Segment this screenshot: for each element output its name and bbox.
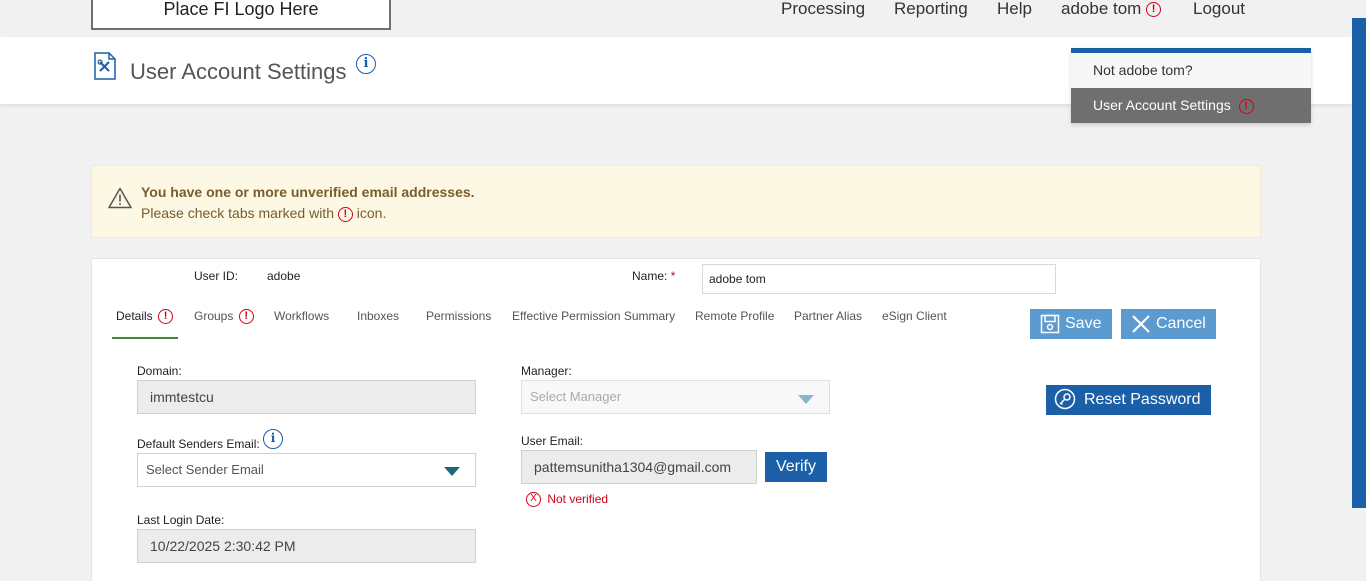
nav-processing[interactable]: Processing bbox=[781, 0, 865, 18]
warning-message: Please check tabs marked with ! icon. bbox=[141, 205, 386, 222]
reset-password-label: Reset Password bbox=[1084, 391, 1201, 408]
cancel-label: Cancel bbox=[1156, 315, 1206, 332]
tab-effective-permission-summary[interactable]: Effective Permission Summary bbox=[512, 309, 675, 339]
warning-icon: ! bbox=[1238, 98, 1254, 114]
nav-reporting[interactable]: Reporting bbox=[894, 0, 968, 18]
warning-icon: ! bbox=[337, 206, 353, 222]
nav-logout[interactable]: Logout bbox=[1193, 0, 1245, 18]
warning-message-after: icon. bbox=[356, 205, 387, 221]
nav-user-menu[interactable]: adobe tom ! bbox=[1061, 0, 1162, 18]
active-tab-indicator bbox=[112, 337, 178, 339]
tab-label: Details bbox=[116, 309, 153, 323]
user-email-label: User Email: bbox=[521, 434, 584, 448]
last-login-label: Last Login Date: bbox=[137, 513, 225, 527]
warning-icon: ! bbox=[1146, 2, 1162, 18]
menu-item-user-account-settings[interactable]: User Account Settings ! bbox=[1071, 88, 1311, 123]
user-id-value: adobe bbox=[267, 269, 301, 283]
warning-message-before: Please check tabs marked with bbox=[141, 205, 334, 221]
tab-permissions[interactable]: Permissions bbox=[426, 309, 491, 339]
save-button[interactable]: Save bbox=[1030, 309, 1112, 339]
cancel-button[interactable]: Cancel bbox=[1121, 309, 1216, 339]
sender-email-select[interactable]: Select Sender Email bbox=[137, 453, 476, 487]
warning-triangle-icon bbox=[108, 187, 132, 209]
tab-details[interactable]: Details ! bbox=[116, 309, 174, 339]
settings-tools-icon bbox=[94, 52, 116, 80]
user-details-panel: User ID: adobe Name: * Details ! Groups … bbox=[91, 258, 1261, 581]
warning-title: You have one or more unverified email ad… bbox=[141, 184, 475, 200]
user-dropdown-menu: Not adobe tom? User Account Settings ! bbox=[1071, 48, 1311, 123]
vertical-scrollbar[interactable] bbox=[1352, 0, 1366, 581]
tab-label: Groups bbox=[194, 309, 234, 323]
name-label: Name: * bbox=[632, 269, 675, 283]
chevron-down-icon bbox=[798, 395, 814, 404]
required-marker: * bbox=[670, 269, 676, 283]
chevron-down-icon bbox=[444, 467, 460, 476]
manager-label: Manager: bbox=[521, 364, 572, 378]
scrollbar-thumb[interactable] bbox=[1352, 18, 1366, 508]
tab-partner-alias[interactable]: Partner Alias bbox=[794, 309, 862, 339]
menu-item-not-user[interactable]: Not adobe tom? bbox=[1071, 53, 1311, 88]
warning-icon: ! bbox=[238, 309, 254, 325]
domain-field: immtestcu bbox=[137, 380, 476, 414]
menu-item-label: User Account Settings bbox=[1093, 97, 1231, 113]
nav-help[interactable]: Help bbox=[997, 0, 1032, 18]
page-title: User Account Settings bbox=[130, 59, 347, 84]
manager-select[interactable]: Select Manager bbox=[521, 380, 830, 414]
error-circle-icon: X bbox=[526, 492, 541, 508]
reset-password-button[interactable]: Reset Password bbox=[1046, 385, 1211, 415]
tab-remote-profile[interactable]: Remote Profile bbox=[695, 309, 774, 339]
not-verified-text: Not verified bbox=[547, 492, 609, 506]
warning-icon: ! bbox=[158, 309, 174, 325]
tab-esign-client[interactable]: eSign Client bbox=[882, 309, 947, 339]
not-verified-status: X Not verified bbox=[526, 492, 609, 508]
name-input[interactable] bbox=[702, 264, 1056, 294]
tab-groups[interactable]: Groups ! bbox=[194, 309, 254, 339]
user-email-field: pattemsunitha1304@gmail.com bbox=[521, 450, 757, 484]
user-name: adobe tom bbox=[1061, 0, 1142, 18]
logo-text: Place FI Logo Here bbox=[163, 0, 319, 19]
name-label-text: Name: bbox=[632, 269, 668, 283]
info-icon[interactable]: i bbox=[263, 429, 283, 449]
save-icon bbox=[1040, 314, 1060, 334]
verify-button[interactable]: Verify bbox=[765, 452, 827, 482]
info-icon[interactable]: i bbox=[356, 54, 376, 74]
sender-email-placeholder: Select Sender Email bbox=[146, 462, 264, 477]
close-icon bbox=[1132, 315, 1150, 333]
top-bar: Place FI Logo Here Processing Reporting … bbox=[0, 0, 1352, 37]
last-login-field: 10/22/2025 2:30:42 PM bbox=[137, 529, 476, 563]
save-label: Save bbox=[1065, 315, 1102, 332]
unverified-email-warning: You have one or more unverified email ad… bbox=[91, 165, 1261, 238]
tab-inboxes[interactable]: Inboxes bbox=[357, 309, 399, 339]
domain-label: Domain: bbox=[137, 364, 182, 378]
tab-workflows[interactable]: Workflows bbox=[274, 309, 329, 339]
user-id-label: User ID: bbox=[194, 269, 239, 283]
sender-email-label: Default Senders Email: bbox=[137, 437, 260, 451]
fi-logo-placeholder: Place FI Logo Here bbox=[91, 0, 391, 30]
manager-placeholder: Select Manager bbox=[530, 389, 622, 404]
key-icon bbox=[1054, 388, 1076, 410]
